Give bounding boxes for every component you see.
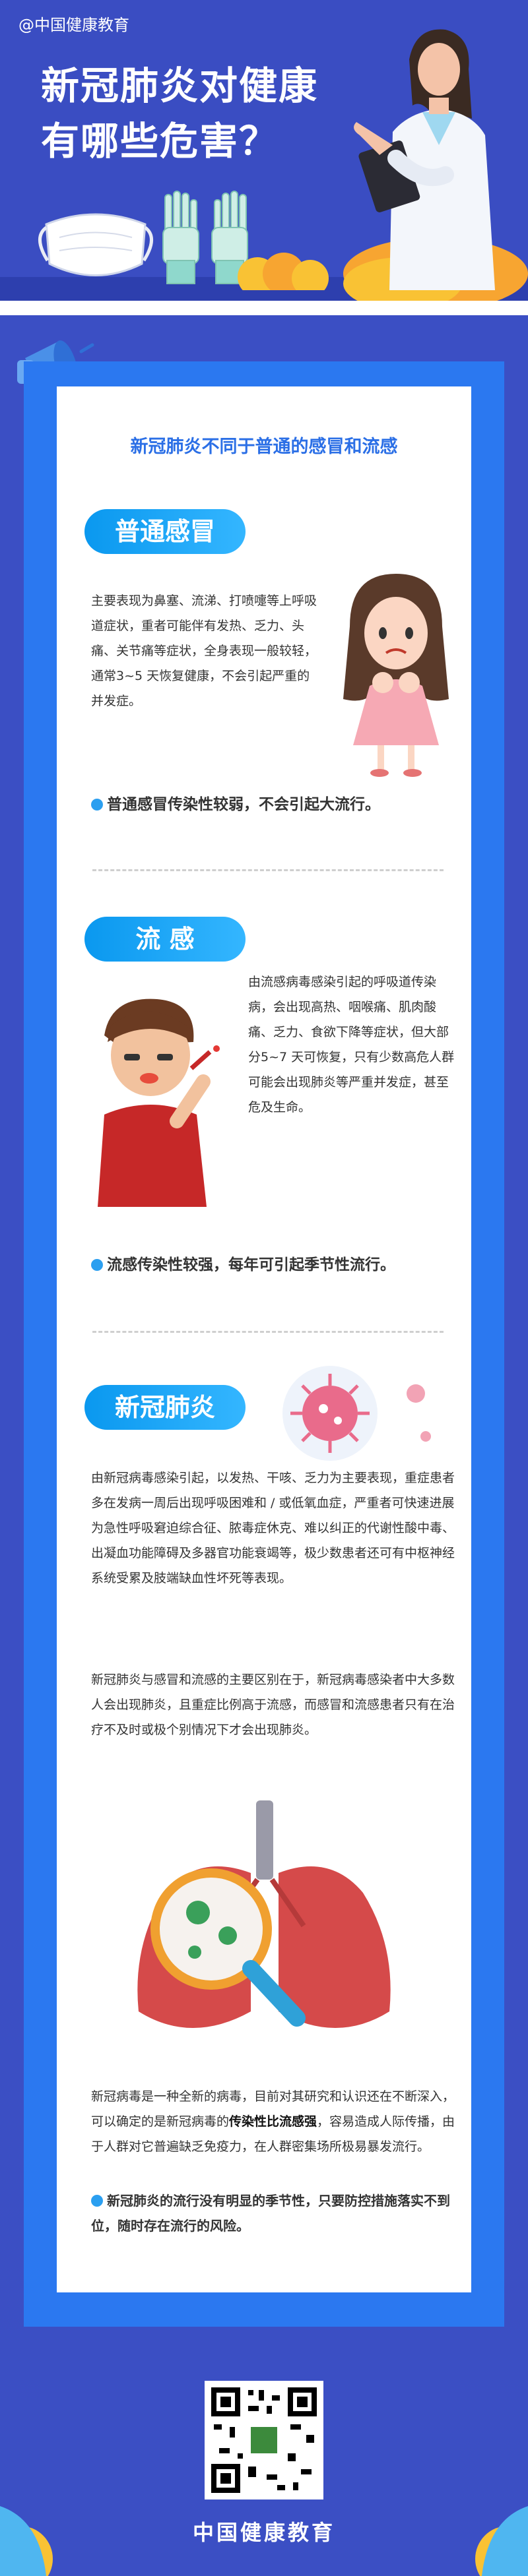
label-common-cold: 普通感冒 (84, 509, 246, 554)
qr-code-icon (211, 2387, 317, 2493)
bullet-dot-icon (91, 799, 103, 811)
decor-footer-right (475, 2506, 528, 2576)
flu-bullet: 流感传染性较强，每年可引起季节性流行。 (91, 1252, 467, 1278)
mask-icon (38, 213, 153, 276)
covid-text3-highlight: 传染性比流感强 (229, 2114, 317, 2129)
covid-bullet: 新冠肺炎的流行没有明显的季节性，只要防控措施落实不到位，随时存在流行的风险。 (91, 2188, 461, 2238)
decor-leaves (238, 253, 329, 290)
section-subtitle: 新冠肺炎不同于普通的感冒和流感 (130, 437, 398, 457)
cold-bullet-text: 普通感冒传染性较弱，不会引起大流行。 (107, 796, 380, 813)
watermark: @中国健康教育 (18, 16, 129, 34)
decor-footer-left (0, 2506, 53, 2576)
header-banner: @中国健康教育 新冠肺炎对健康 有哪些危害？ (0, 0, 528, 310)
bullet-dot-icon (91, 1259, 103, 1271)
cold-bullet: 普通感冒传染性较弱，不会引起大流行。 (91, 791, 461, 818)
label-covid: 新冠肺炎 (84, 1385, 246, 1430)
qr-code (205, 2381, 323, 2499)
sick-boy-illustration (98, 998, 220, 1207)
covid-description-3: 新冠病毒是一种全新的病毒，目前对其研究和认识还在不断深入，可以确定的是新冠病毒的… (91, 2084, 461, 2159)
title-line-2: 有哪些危害？ (41, 119, 279, 164)
page-title: 新冠肺炎对健康 有哪些危害？ (41, 58, 318, 169)
cold-description: 主要表现为鼻塞、流涕、打喷嚏等上呼吸道症状，重者可能伴有发热、乏力、头痛、关节痛… (91, 594, 317, 708)
title-line-1: 新冠肺炎对健康 (41, 63, 319, 108)
divider-2 (92, 1331, 444, 1333)
covid-description-1: 由新冠病毒感染引起，以发热、干咳、乏力为主要表现，重症患者多在发病一周后出现呼吸… (91, 1471, 455, 1585)
virus-icon (282, 1366, 431, 1461)
covid-description-2: 新冠肺炎与感冒和流感的主要区别在于，新冠病毒感染者中大多数人会出现肺炎，且重症比… (91, 1672, 455, 1737)
flu-description: 由流感病毒感染引起的呼吸道传染病，会出现高热、咽喉痛、肌肉酸痛、乏力、食欲下降等… (248, 975, 455, 1115)
covid-bullet-text: 新冠肺炎的流行没有明显的季节性，只要防控措施落实不到位，随时存在流行的风险。 (91, 2193, 450, 2234)
sick-girl-illustration (343, 574, 449, 777)
flu-bullet-text: 流感传染性较强，每年可引起季节性流行。 (107, 1256, 395, 1273)
label-flu: 流 感 (84, 917, 246, 962)
header-divider (0, 301, 528, 315)
lungs-magnifier-illustration (137, 1800, 391, 2028)
bullet-dot-icon (91, 2195, 103, 2207)
divider-1 (92, 869, 444, 871)
